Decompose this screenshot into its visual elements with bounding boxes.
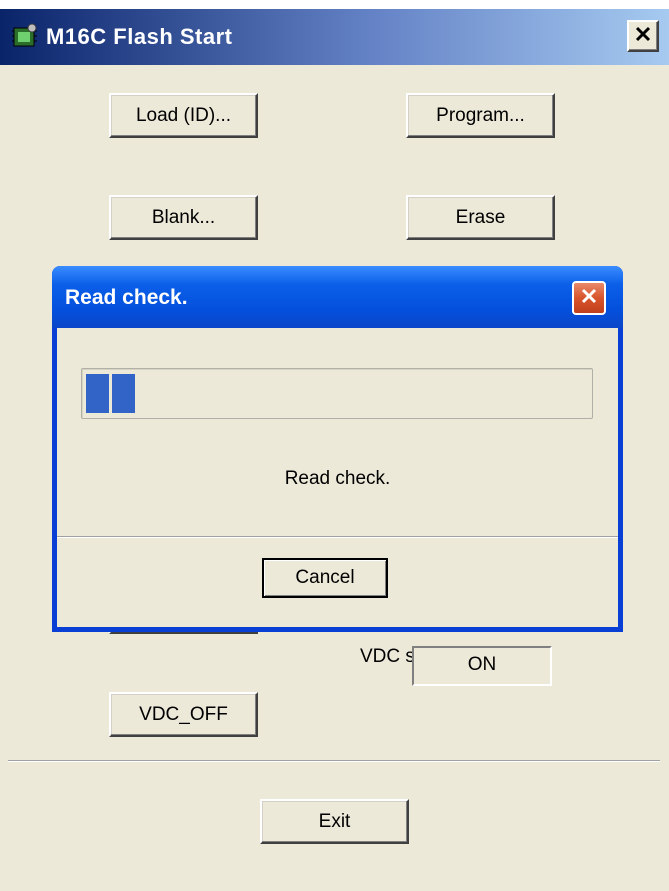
vdc-status-value: ON [412, 646, 552, 686]
dialog-separator [57, 536, 618, 538]
close-icon [634, 25, 652, 48]
main-titlebar[interactable]: M16C Flash Start [0, 9, 669, 65]
cancel-button[interactable]: Cancel [262, 558, 388, 598]
program-button[interactable]: Program... [406, 93, 555, 138]
blank-button[interactable]: Blank... [109, 195, 258, 240]
progress-bar [81, 368, 593, 419]
separator [8, 760, 660, 762]
chip-app-icon [10, 22, 40, 52]
vdc-off-button[interactable]: VDC_OFF [109, 692, 258, 737]
read-check-dialog: Read check. Read check. Cancel [52, 266, 623, 632]
close-icon [579, 286, 599, 311]
progress-block [86, 374, 109, 413]
dialog-title: Read check. [65, 286, 188, 309]
dialog-body: Read check. Cancel [57, 328, 618, 627]
dialog-close-button[interactable] [572, 281, 606, 315]
dialog-message: Read check. [284, 468, 391, 489]
progress-block [112, 374, 135, 413]
exit-button[interactable]: Exit [260, 799, 409, 844]
window-title: M16C Flash Start [46, 24, 233, 49]
dialog-titlebar[interactable]: Read check. [52, 266, 623, 328]
erase-button[interactable]: Erase [406, 195, 555, 240]
progress-fill [86, 374, 135, 413]
load-id-button[interactable]: Load (ID)... [109, 93, 258, 138]
window-close-button[interactable] [627, 20, 659, 52]
